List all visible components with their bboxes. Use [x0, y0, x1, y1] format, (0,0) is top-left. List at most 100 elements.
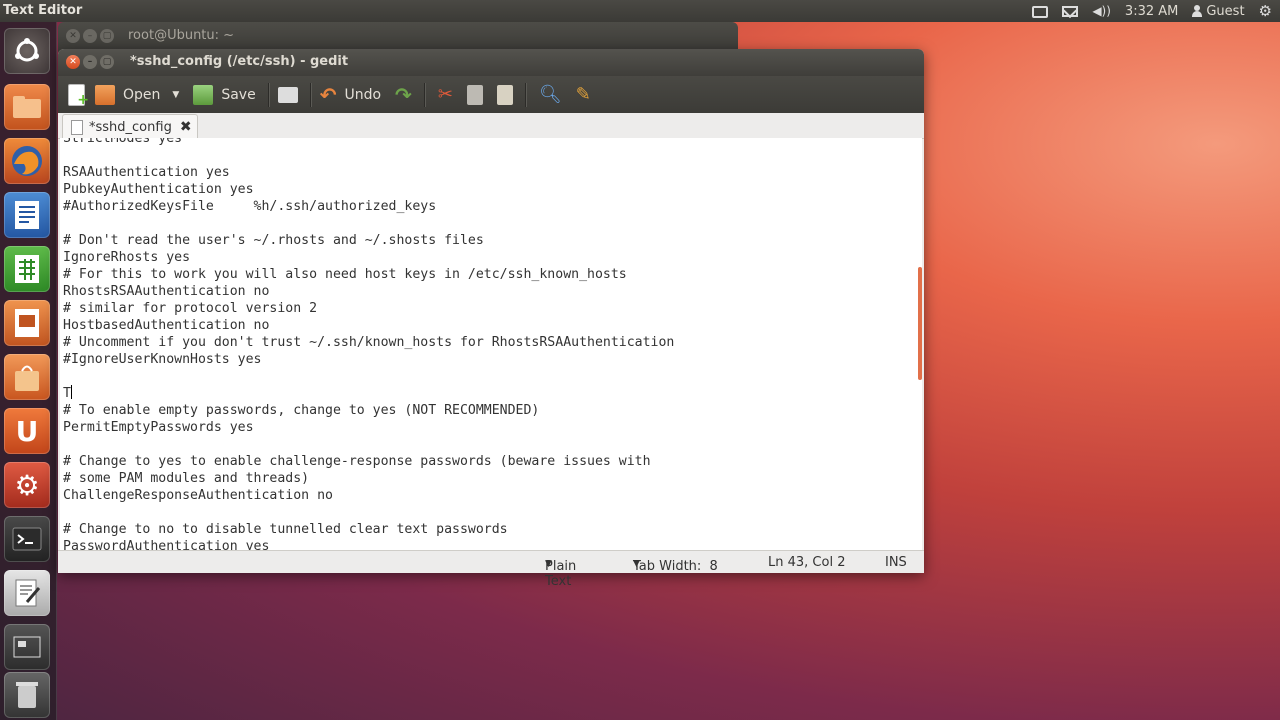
calc-launcher[interactable] [4, 246, 50, 292]
redo-button[interactable]: ↷ [395, 83, 412, 107]
maximize-window-button[interactable]: ▢ [100, 55, 114, 69]
trash-launcher[interactable] [4, 672, 50, 718]
terminal-window[interactable]: ✕ – ▢ root@Ubuntu: ~ [58, 22, 738, 52]
terminal-launcher[interactable] [4, 516, 50, 562]
printer-icon[interactable] [1032, 6, 1049, 18]
code-line[interactable]: T [63, 386, 71, 401]
code-line[interactable]: #AuthorizedKeysFile %h/.ssh/authorized_k… [63, 199, 436, 214]
user-menu[interactable]: Guest [1192, 4, 1245, 19]
gedit-launcher[interactable] [4, 570, 50, 616]
firefox-launcher[interactable] [4, 138, 50, 184]
terminal-icon [4, 516, 50, 562]
active-app-name: Text Editor [3, 3, 83, 18]
close-tab-icon[interactable]: ✖ [180, 119, 192, 135]
tab-sshd-config[interactable]: *sshd_config ✖ [62, 114, 198, 139]
mail-icon[interactable] [1062, 5, 1079, 17]
code-line[interactable]: PermitEmptyPasswords yes [63, 420, 254, 435]
chevron-down-icon: ▼ [545, 559, 552, 569]
workspace-switcher-launcher[interactable] [4, 624, 50, 670]
undo-arrow-icon: ↶ [319, 82, 337, 107]
text-cursor [70, 385, 72, 399]
gedit-window: ✕ – ▢ *sshd_config (/etc/ssh) - gedit + … [58, 49, 924, 589]
gedit-titlebar[interactable]: ✕ – ▢ *sshd_config (/etc/ssh) - gedit [58, 49, 924, 76]
open-dropdown-arrow-icon[interactable]: ▼ [172, 90, 179, 100]
open-button[interactable]: Open ▼ [95, 84, 179, 105]
text-editor-area[interactable]: StrictModes yes RSAAuthentication yes Pu… [60, 138, 922, 550]
new-document-icon: + [68, 83, 89, 108]
presentation-icon [4, 300, 50, 346]
terminal-window-title: root@Ubuntu: ~ [128, 28, 235, 43]
editor-text[interactable]: StrictModes yes RSAAuthentication yes Pu… [63, 138, 674, 550]
undo-button[interactable]: ↶ Undo [320, 83, 381, 107]
code-line[interactable]: # Change to yes to enable challenge-resp… [63, 454, 651, 469]
tab-width-label: Tab Width: 8 [633, 559, 718, 574]
code-line[interactable]: # Change to no to disable tunnelled clea… [63, 522, 508, 537]
open-button-label: Open [123, 86, 161, 103]
terminal-minimize-button[interactable]: – [83, 29, 97, 43]
spreadsheet-icon [4, 246, 50, 292]
print-icon [277, 86, 298, 103]
terminal-close-button[interactable]: ✕ [66, 29, 80, 43]
code-line[interactable]: PubkeyAuthentication yes [63, 182, 254, 197]
code-line[interactable]: # To enable empty passwords, change to y… [63, 403, 539, 418]
code-line[interactable]: HostbasedAuthentication no [63, 318, 269, 333]
scrollbar-thumb[interactable] [918, 267, 922, 380]
minimize-window-button[interactable]: – [83, 55, 97, 69]
cut-button[interactable]: ✂ [438, 84, 453, 105]
copy-icon [466, 84, 483, 105]
close-window-button[interactable]: ✕ [66, 55, 80, 69]
code-line[interactable]: StrictModes yes [63, 138, 182, 146]
search-magnifier-icon: 🔍︎ [538, 84, 562, 105]
code-line[interactable]: RhostsRSAAuthentication no [63, 284, 269, 299]
writer-icon [4, 192, 50, 238]
clock[interactable]: 3:32 AM [1125, 4, 1178, 19]
redo-arrow-icon: ↷ [395, 82, 412, 107]
open-folder-icon [95, 84, 115, 105]
save-button-label: Save [221, 86, 256, 103]
new-document-button[interactable]: + [68, 83, 89, 108]
copy-button[interactable] [466, 84, 483, 105]
files-launcher[interactable] [4, 84, 50, 130]
find-replace-icon: ✎ [575, 84, 591, 105]
code-line[interactable]: # Don't read the user's ~/.rhosts and ~/… [63, 233, 484, 248]
system-settings-launcher[interactable]: ⚙ [4, 462, 50, 508]
code-line[interactable]: # similar for protocol version 2 [63, 301, 317, 316]
terminal-maximize-button[interactable]: ▢ [100, 29, 114, 43]
document-tab-bar: *sshd_config ✖ [58, 113, 924, 139]
chevron-down-icon: ▼ [633, 559, 640, 569]
main-toolbar: + Open ▼ Save ↶ Undo ↷ ✂ 🔍︎ ✎ [58, 76, 924, 113]
paste-button[interactable] [496, 84, 513, 105]
ubuntu-one-launcher[interactable]: U [4, 408, 50, 454]
code-line[interactable]: PasswordAuthentication yes [63, 539, 269, 550]
volume-icon[interactable]: ◀)) [1092, 4, 1111, 18]
paste-clipboard-icon [496, 84, 513, 105]
code-line[interactable]: #IgnoreUserKnownHosts yes [63, 352, 262, 367]
code-line[interactable]: # For this to work you will also need ho… [63, 267, 627, 282]
trash-icon [4, 672, 50, 718]
launcher: U ⚙ [0, 22, 57, 720]
tab-label: *sshd_config [89, 119, 172, 135]
code-line[interactable]: ChallengeResponseAuthentication no [63, 488, 333, 503]
text-editor-icon [4, 570, 50, 616]
software-center-launcher[interactable] [4, 354, 50, 400]
find-replace-button[interactable]: ✎ [576, 84, 591, 105]
save-button[interactable]: Save [193, 84, 256, 105]
code-line[interactable]: # Uncomment if you don't trust ~/.ssh/kn… [63, 335, 674, 350]
cursor-position: Ln 43, Col 2 [768, 555, 846, 570]
vertical-scrollbar[interactable] [918, 138, 922, 550]
workspaces-icon [4, 624, 50, 670]
impress-launcher[interactable] [4, 300, 50, 346]
window-title: *sshd_config (/etc/ssh) - gedit [130, 54, 349, 69]
dash-button[interactable] [4, 28, 50, 74]
scissors-icon: ✂ [437, 84, 453, 105]
code-line[interactable]: IgnoreRhosts yes [63, 250, 190, 265]
code-line[interactable]: RSAAuthentication yes [63, 165, 230, 180]
find-button[interactable]: 🔍︎ [539, 84, 562, 105]
session-gear-icon[interactable]: ⚙ [1259, 2, 1272, 20]
code-line[interactable]: # some PAM modules and threads) [63, 471, 309, 486]
folder-icon [4, 84, 50, 130]
undo-button-label: Undo [344, 86, 382, 103]
print-button[interactable] [277, 86, 298, 103]
toolbar-separator [524, 82, 527, 107]
writer-launcher[interactable] [4, 192, 50, 238]
